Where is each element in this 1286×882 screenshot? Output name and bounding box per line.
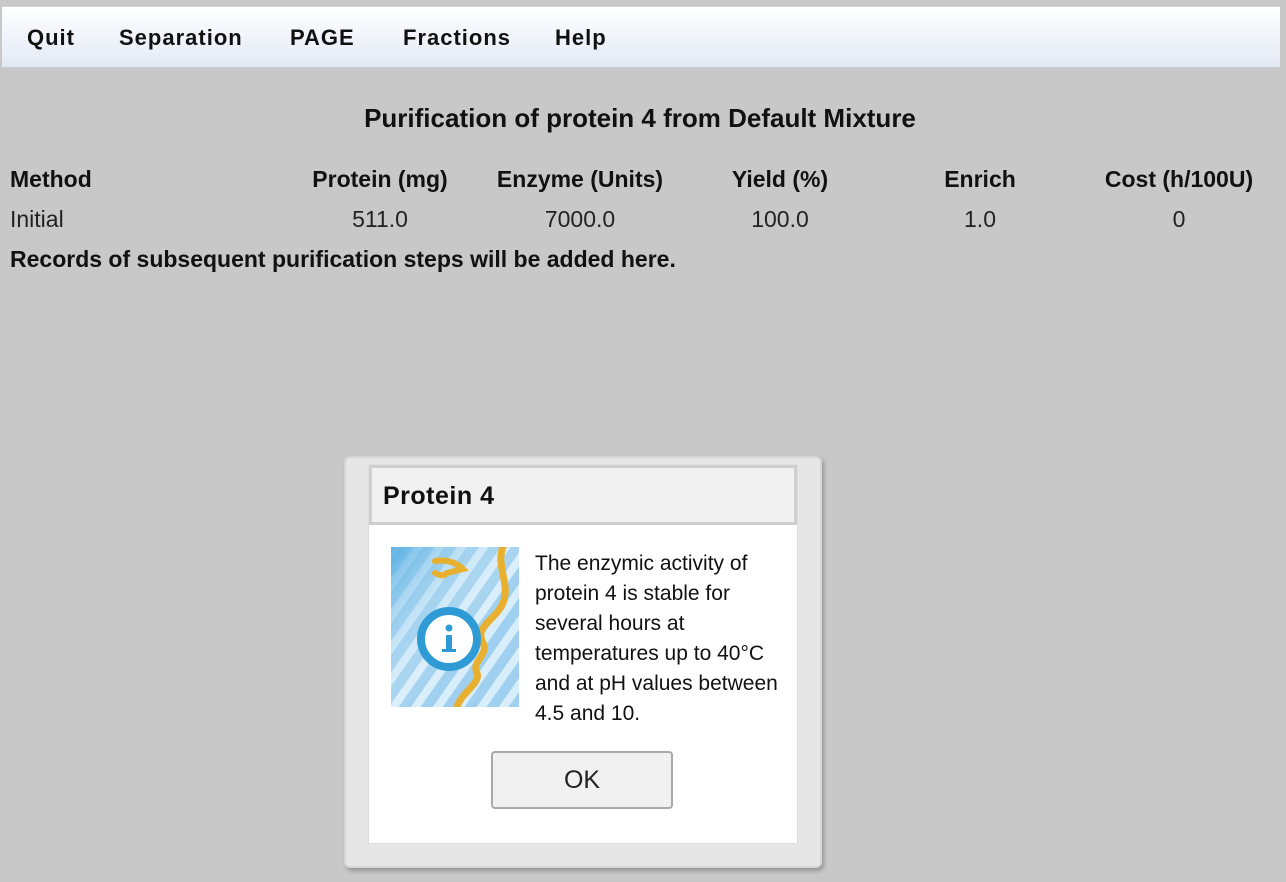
dialog-title-bar: Protein 4 — [369, 465, 797, 525]
column-header-method: Method — [10, 166, 92, 192]
ok-button[interactable]: OK — [491, 751, 673, 809]
table-cell-method: Initial — [10, 206, 64, 232]
app-window: Quit Separation PAGE Fractions Help Puri… — [0, 0, 1286, 882]
records-note: Records of subsequent purification steps… — [10, 246, 676, 272]
info-icon — [391, 547, 519, 707]
menu-quit[interactable]: Quit — [27, 25, 75, 51]
table-cell-protein: 511.0 — [352, 206, 408, 232]
menu-help[interactable]: Help — [555, 25, 607, 51]
dialog-title: Protein 4 — [383, 482, 495, 510]
page-title: Purification of protein 4 from Default M… — [364, 103, 916, 133]
menu-separation[interactable]: Separation — [119, 25, 243, 51]
protein-info-dialog: Protein 4 The enzymic activity of protei… — [344, 456, 822, 868]
table-cell-enzyme: 7000.0 — [544, 206, 616, 232]
column-header-yield: Yield (%) — [731, 166, 829, 192]
table-cell-cost: 0 — [1172, 206, 1186, 232]
menu-bar: Quit Separation PAGE Fractions Help — [2, 6, 1280, 68]
column-header-protein: Protein (mg) — [312, 166, 448, 192]
table-cell-enrich: 1.0 — [964, 206, 996, 232]
menu-page[interactable]: PAGE — [290, 25, 355, 51]
dialog-message: The enzymic activity of protein 4 is sta… — [535, 552, 778, 725]
column-header-cost: Cost (h/100U) — [1104, 166, 1254, 192]
column-header-enrich: Enrich — [944, 166, 1016, 192]
table-cell-yield: 100.0 — [751, 206, 809, 232]
dialog-body: Protein 4 The enzymic activity of protei… — [368, 464, 798, 844]
column-header-enzyme: Enzyme (Units) — [496, 166, 664, 192]
menu-fractions[interactable]: Fractions — [403, 25, 511, 51]
